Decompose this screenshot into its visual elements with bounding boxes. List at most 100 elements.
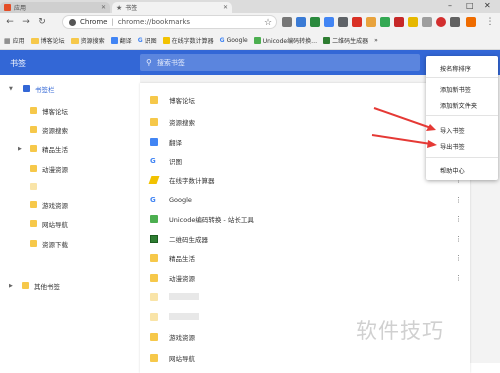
bm-label: 博客论坛	[40, 38, 65, 45]
extension-icon[interactable]	[394, 17, 404, 27]
extension-icon[interactable]	[366, 17, 376, 27]
bookmarks-bar-item[interactable]: 二维码生成器	[323, 36, 368, 45]
sidebar-item-lifestyle[interactable]: ▶ 精品生活	[0, 140, 140, 157]
extension-icon[interactable]	[296, 17, 306, 27]
list-item[interactable]: Unicode编码转换 - 站长工具 ⋮	[140, 209, 470, 228]
search-bookmarks-input[interactable]: ⚲ 搜索书签	[140, 54, 420, 71]
list-item-name: 翻译	[169, 138, 182, 147]
list-item[interactable]: 精品生活 ⋮	[140, 248, 470, 267]
list-item-name: 资源搜索	[169, 118, 195, 127]
bookmarks-bar-item[interactable]: 资源搜索	[70, 36, 105, 45]
address-bar[interactable]: Chrome | chrome://bookmarks	[62, 15, 277, 29]
pencil-icon	[162, 37, 170, 44]
menu-item-sort-by-name[interactable]: 按名称排序	[440, 64, 471, 73]
list-item[interactable]: G 识图	[140, 151, 470, 170]
bookmarks-bar-item[interactable]: ▦ 应用	[4, 36, 25, 46]
extension-icon[interactable]	[310, 17, 320, 27]
list-item[interactable]: 博客论坛	[140, 90, 470, 109]
menu-item-import-bookmarks[interactable]: 导入书签	[440, 126, 465, 135]
list-item[interactable]: 在线字数计算器 ⋮	[140, 170, 470, 189]
sidebar-item-games[interactable]: 游戏资源	[0, 196, 140, 213]
forward-icon[interactable]: →	[20, 16, 32, 28]
bookmarks-bar-item[interactable]: 翻译	[110, 36, 132, 45]
close-window-icon[interactable]: ✕	[484, 1, 491, 10]
list-item-name: 动漫资源	[169, 274, 195, 283]
maximize-icon[interactable]: □	[466, 1, 474, 10]
list-item[interactable]: 动漫资源 ⋮	[140, 268, 470, 287]
folder-icon	[30, 37, 39, 44]
menu-item-add-bookmark[interactable]: 添加新书签	[440, 85, 471, 94]
browser-toolbar: ← → ↻ Chrome | chrome://bookmarks ☆ ⋮	[0, 13, 500, 32]
folder-icon	[22, 282, 29, 289]
sidebar-item-other-bookmarks[interactable]: ▶ 其他书签	[0, 277, 140, 294]
chevron-right-icon[interactable]: ▶	[9, 283, 13, 289]
tab-apps[interactable]: 应用 ✕	[0, 2, 110, 13]
chevron-right-icon[interactable]: ▶	[18, 146, 22, 152]
folder-icon	[150, 253, 158, 262]
bookmarks-bar-item[interactable]: Unicode编码转换…	[253, 36, 317, 45]
more-actions-icon[interactable]: ⋮	[455, 274, 462, 282]
bookmarks-bar-item[interactable]: 博客论坛	[30, 36, 65, 45]
minimize-icon[interactable]: –	[448, 1, 452, 10]
extension-icon[interactable]	[324, 17, 334, 27]
bm-label: 资源搜索	[80, 38, 105, 45]
back-icon[interactable]: ←	[4, 16, 16, 28]
bookmarks-bar: ▦ 应用 博客论坛 资源搜索 翻译 G 识图 在线字数计算器 G Google Uni…	[0, 32, 500, 50]
menu-item-add-folder[interactable]: 添加新文件夹	[440, 101, 477, 110]
list-item[interactable]: 二维码生成器 ⋮	[140, 229, 470, 248]
more-actions-icon[interactable]: ⋮	[455, 235, 462, 243]
folder-icon	[70, 37, 79, 44]
bookmarks-bar-item[interactable]: 在线字数计算器	[162, 36, 214, 45]
chrome-icon	[69, 18, 76, 26]
folder-icon	[30, 220, 37, 227]
list-item[interactable]	[140, 287, 470, 306]
more-actions-icon[interactable]: ⋮	[455, 196, 462, 204]
menu-item-help-center[interactable]: 帮助中心	[440, 166, 465, 175]
folder-icon	[30, 183, 37, 190]
search-placeholder: 搜索书签	[156, 58, 185, 67]
extension-icon[interactable]	[408, 17, 418, 27]
chevron-down-icon[interactable]: ▼	[9, 86, 13, 92]
close-tab-icon[interactable]: ✕	[223, 4, 228, 11]
sidebar-item-site-nav[interactable]: 网站导航	[0, 215, 140, 232]
more-actions-icon[interactable]: ⋮	[455, 254, 462, 262]
tab-bookmarks[interactable]: ★ 书签 ✕	[112, 2, 232, 13]
list-item[interactable]: 资源搜索	[140, 112, 470, 131]
list-item[interactable]: 翻译	[140, 132, 470, 151]
sidebar-item-resource-search[interactable]: 资源搜索	[0, 121, 140, 138]
bookmarks-bar-item[interactable]: G 识图	[138, 36, 157, 45]
tab-label: 书签	[125, 5, 138, 12]
sidebar-item-label: 其他书签	[34, 282, 60, 291]
extension-icon[interactable]	[422, 17, 432, 27]
sidebar-item-downloads[interactable]: 资源下载	[0, 235, 140, 252]
reload-icon[interactable]: ↻	[36, 16, 48, 28]
sidebar-item-anime[interactable]: 动漫资源	[0, 160, 140, 177]
list-item-name: Google	[169, 195, 192, 204]
sidebar-item-label: 资源搜索	[42, 126, 68, 135]
menu-item-export-bookmarks[interactable]: 导出书签	[440, 142, 465, 151]
sidebar-item-label: 精品生活	[42, 145, 68, 154]
extension-icon[interactable]	[282, 17, 292, 27]
close-tab-icon[interactable]: ✕	[101, 4, 106, 11]
list-item-name: Unicode编码转换 - 站长工具	[169, 215, 254, 224]
list-item-name: 网站导航	[169, 354, 195, 363]
sidebar-item-bookmarks-bar[interactable]: ▼ 书签栏	[0, 80, 140, 97]
list-item[interactable]: G Google ⋮	[140, 190, 470, 209]
bookmark-star-icon[interactable]: ☆	[262, 17, 274, 29]
extension-icon[interactable]	[466, 17, 476, 27]
extension-icon[interactable]	[380, 17, 390, 27]
sidebar-item-blog[interactable]: 博客论坛	[0, 102, 140, 119]
list-item[interactable]: 网站导航	[140, 348, 470, 367]
menu-kebab-icon[interactable]: ⋮	[484, 16, 496, 28]
extension-icon[interactable]	[450, 17, 460, 27]
bookmarks-bar-overflow[interactable]: »	[374, 37, 378, 44]
sidebar-item-blurred[interactable]	[0, 178, 140, 195]
extension-icon[interactable]	[436, 17, 446, 27]
chevron-right-icon: »	[374, 37, 378, 44]
bookmarks-bar-item[interactable]: G Google	[220, 37, 248, 44]
extension-icon[interactable]	[338, 17, 348, 27]
more-actions-icon[interactable]: ⋮	[455, 215, 462, 223]
extension-icon[interactable]	[352, 17, 362, 27]
sidebar-item-label: 动漫资源	[42, 165, 68, 174]
sidebar-item-label: 网站导航	[42, 220, 68, 229]
